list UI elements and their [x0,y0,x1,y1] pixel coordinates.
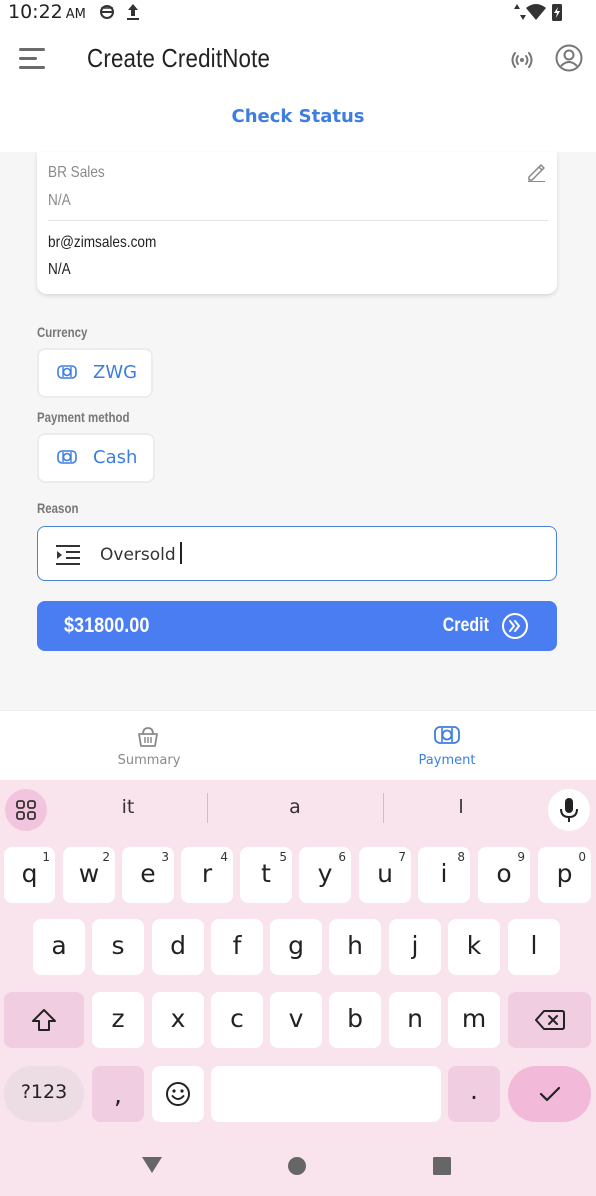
emoji-key[interactable] [152,1066,204,1122]
broadcast-icon[interactable] [510,48,534,72]
key-j[interactable]: j [389,919,441,975]
payment-method-label: Payment method [37,409,130,425]
key-m[interactable]: m [448,992,500,1048]
key-i[interactable]: i8 [418,847,470,903]
customer-card: BR Sales N/A br@zimsales.com N/A [37,152,557,294]
shift-icon [32,1009,56,1031]
reason-label: Reason [37,500,79,516]
indent-icon [56,545,80,565]
key-s[interactable]: s [92,919,144,975]
recents-square-icon[interactable] [432,1156,452,1176]
system-nav-bar [0,1132,596,1196]
suggestion-divider [207,793,208,823]
shift-key[interactable] [4,992,84,1048]
page-title: Create CreditNote [87,43,271,73]
check-icon [539,1086,561,1102]
account-icon[interactable] [555,44,583,72]
key-q[interactable]: q1 [4,847,55,903]
suggestion-divider [383,793,384,823]
suggestion-1[interactable]: it [88,796,168,818]
tab-payment[interactable]: Payment [298,711,596,781]
suggestion-bar: it a l [0,780,596,838]
symbols-key[interactable]: ?123 [4,1066,84,1122]
reason-value: Oversold [100,542,182,565]
check-status-link[interactable]: Check Status [0,106,596,127]
currency-icon [57,365,77,379]
payment-icon [434,726,460,744]
key-r[interactable]: r4 [181,847,233,903]
tab-payment-label: Payment [418,753,476,768]
payment-method-value: Cash [93,447,138,468]
payment-method-select[interactable]: Cash [37,433,155,483]
home-circle-icon[interactable] [287,1156,307,1176]
soft-keyboard: it a l q1 w2 e3 r4 t5 y6 u7 i8 o9 p0 a s… [0,780,596,1132]
period-key[interactable]: . [448,1066,500,1122]
key-u[interactable]: u7 [359,847,411,903]
credit-button[interactable]: $31800.00 Credit [37,601,557,651]
key-c[interactable]: c [211,992,263,1048]
enter-key[interactable] [508,1066,591,1122]
key-d[interactable]: d [152,919,204,975]
cash-icon [57,450,77,464]
key-e[interactable]: e3 [122,847,174,903]
customer-email: br@zimsales.com [48,234,157,251]
sim-icon [100,5,114,19]
mic-icon[interactable] [548,789,590,831]
key-k[interactable]: k [448,919,500,975]
upload-icon [127,4,139,20]
key-p[interactable]: p0 [538,847,591,903]
reason-input[interactable]: Oversold [37,526,557,581]
key-x[interactable]: x [152,992,204,1048]
currency-label: Currency [37,324,88,340]
key-b[interactable]: b [329,992,381,1048]
key-z[interactable]: z [92,992,144,1048]
key-v[interactable]: v [270,992,322,1048]
key-l[interactable]: l [508,919,560,975]
status-bar: 10:22 AM [0,0,596,28]
currency-value: ZWG [93,362,138,383]
key-h[interactable]: h [329,919,381,975]
customer-name-sub: N/A [48,192,71,209]
menu-icon[interactable] [19,48,45,70]
key-o[interactable]: o9 [478,847,530,903]
key-y[interactable]: y6 [299,847,351,903]
suggestion-3[interactable]: l [421,796,501,818]
bottom-nav: Summary Payment [0,710,596,780]
content-area: BR Sales N/A br@zimsales.com N/A Currenc… [0,152,596,710]
credit-label: Credit [442,615,489,636]
basket-icon [138,727,158,747]
key-t[interactable]: t5 [240,847,292,903]
tab-summary[interactable]: Summary [0,711,298,781]
status-time: 10:22 AM [8,1,86,23]
wifi-icon [526,4,546,20]
edit-icon[interactable] [526,162,546,182]
customer-name: BR Sales [48,164,105,181]
backspace-key[interactable] [508,992,591,1048]
back-triangle-icon[interactable] [141,1156,163,1174]
app-bar: Create CreditNote [0,28,596,92]
key-f[interactable]: f [211,919,263,975]
currency-select[interactable]: ZWG [37,348,153,398]
key-n[interactable]: n [389,992,441,1048]
battery-icon [552,4,562,21]
key-w[interactable]: w2 [63,847,115,903]
tab-summary-label: Summary [117,753,181,768]
space-key[interactable] [211,1066,441,1122]
credit-amount: $31800.00 [64,614,150,637]
key-a[interactable]: a [33,919,85,975]
double-chevron-right-icon [502,613,528,639]
backspace-icon [535,1010,565,1030]
emoji-icon [166,1082,190,1106]
comma-key[interactable]: , [92,1066,144,1122]
card-divider [48,220,548,221]
key-g[interactable]: g [270,919,322,975]
apps-grid-icon[interactable] [5,789,47,831]
suggestion-2[interactable]: a [255,796,335,818]
customer-email-sub: N/A [48,261,71,278]
